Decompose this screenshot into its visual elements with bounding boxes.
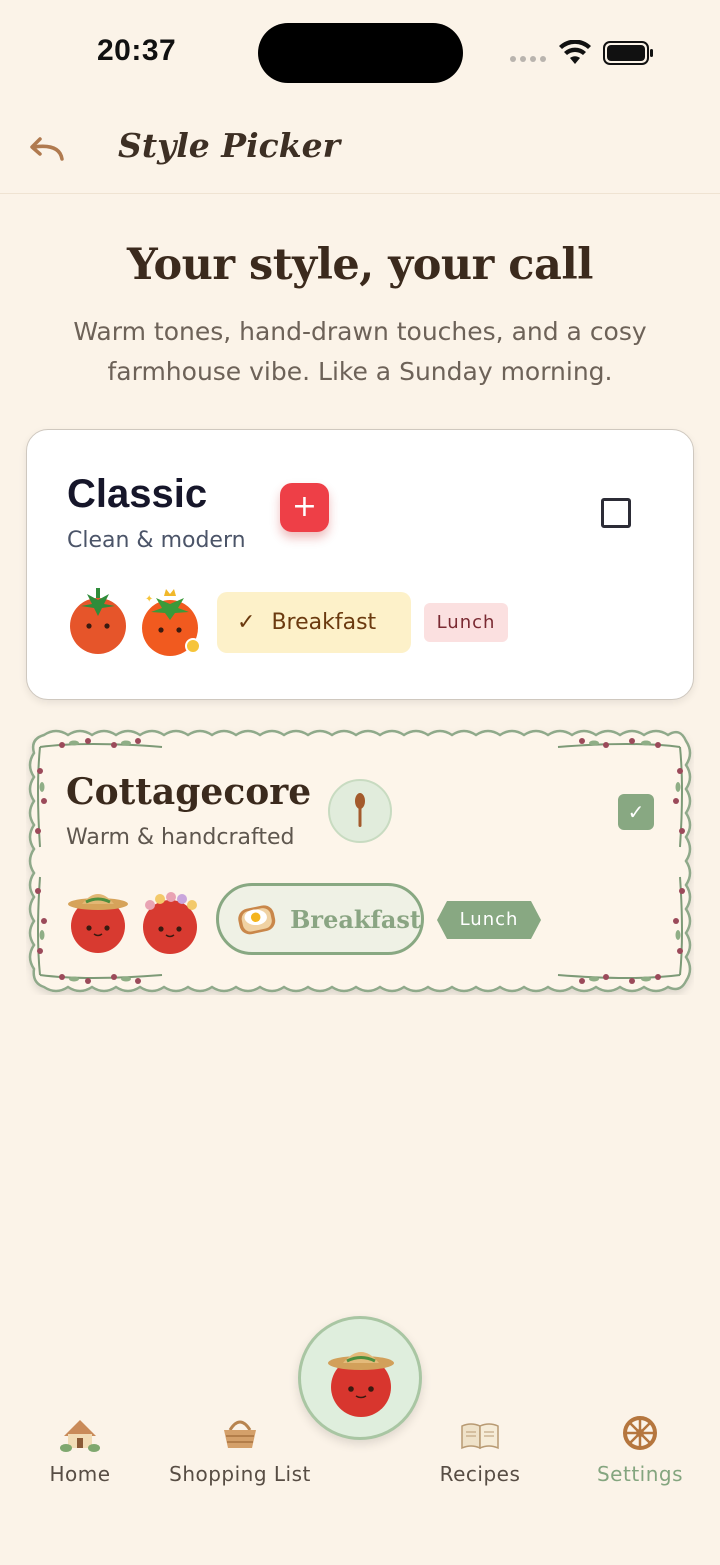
toast-egg-icon [238,905,276,935]
chip-label: Lunch [459,909,519,930]
back-arrow-icon [30,137,64,161]
tomato-straw-hat-icon [68,894,128,953]
nav-label: Recipes [439,1462,521,1486]
back-button[interactable] [24,130,68,170]
nav-item-home[interactable]: Home [0,1400,165,1486]
style-description: Clean & modern [67,528,246,553]
style-name: Classic [67,472,208,516]
style-card-classic[interactable]: Classic Clean & modern + ✦ ✓ Breakfast L… [26,429,694,700]
svg-text:✦: ✦ [145,594,153,605]
status-bar: 20:37 [0,0,720,106]
book-icon [461,1423,499,1450]
style-card-cottagecore[interactable]: Cottagecore Warm & handcrafted ✓ Breakfa… [26,727,694,995]
style-checkbox-checked[interactable]: ✓ [618,794,654,830]
nav-label: Settings [596,1462,684,1486]
chip-label: Breakfast [271,610,377,635]
cottage-icon [60,1420,100,1452]
tomato-mascot-icon [70,588,126,654]
tomato-flower-crown-icon [143,892,197,954]
page-title: Style Picker [118,126,340,165]
chip-lunch[interactable]: Lunch [424,603,508,642]
wheel-icon [623,1416,657,1450]
chip-breakfast-selected[interactable]: ✓ Breakfast [217,592,411,653]
style-description: Warm & handcrafted [66,825,295,850]
chip-breakfast-selected[interactable]: Breakfast [216,883,424,955]
dynamic-island [258,23,463,83]
bottom-nav: Home Shopping List Recipes Settings [0,1300,720,1565]
style-name: Cottagecore [66,771,312,813]
add-button-preview[interactable]: + [280,483,329,532]
basket-icon [224,1420,256,1448]
chip-lunch[interactable]: Lunch [437,901,541,939]
nav-item-shopping-list[interactable]: Shopping List [155,1400,325,1486]
wooden-spoon-icon [355,793,365,827]
nav-label: Home [49,1462,111,1486]
signal-icon [510,56,546,62]
status-time: 20:37 [97,34,177,67]
tomato-crown-icon: ✦ [142,589,201,656]
hero-title: Your style, your call [127,240,594,290]
tomato-straw-hat-icon [328,1352,394,1417]
nav-item-recipes[interactable]: Recipes [395,1400,565,1486]
style-checkbox-unchecked[interactable] [601,498,631,528]
chip-label: Breakfast [290,904,421,934]
spoon-button-preview[interactable] [328,779,392,843]
app-header: Style Picker [0,106,720,194]
check-icon: ✓ [237,610,256,635]
nav-item-settings[interactable]: Settings [555,1400,720,1486]
battery-icon [603,41,653,65]
hero-subtitle: Warm tones, hand-drawn touches, and a co… [73,317,647,386]
wifi-icon [559,40,591,64]
nav-label: Shopping List [169,1462,311,1486]
